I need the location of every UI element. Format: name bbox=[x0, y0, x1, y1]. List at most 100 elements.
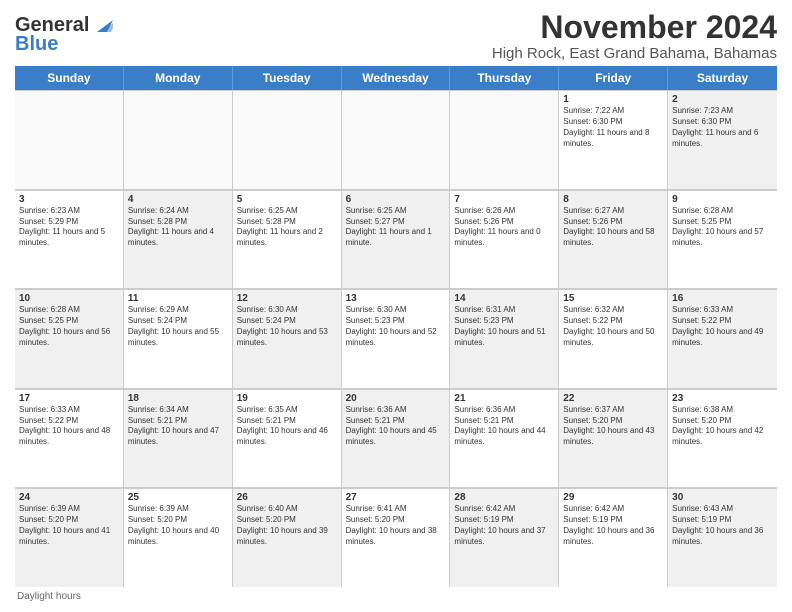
cal-cell: 11Sunrise: 6:29 AM Sunset: 5:24 PM Dayli… bbox=[124, 289, 233, 388]
cal-cell: 23Sunrise: 6:38 AM Sunset: 5:20 PM Dayli… bbox=[668, 389, 777, 488]
title-block: November 2024 High Rock, East Grand Baha… bbox=[492, 10, 777, 62]
day-number: 22 bbox=[563, 393, 663, 404]
calendar: SundayMondayTuesdayWednesdayThursdayFrid… bbox=[15, 66, 777, 587]
day-info: Sunrise: 6:39 AM Sunset: 5:20 PM Dayligh… bbox=[19, 504, 119, 547]
day-number: 12 bbox=[237, 293, 337, 304]
cal-header-monday: Monday bbox=[124, 66, 233, 90]
day-number: 13 bbox=[346, 293, 446, 304]
cal-cell: 1Sunrise: 7:22 AM Sunset: 6:30 PM Daylig… bbox=[559, 90, 668, 189]
cal-cell: 21Sunrise: 6:36 AM Sunset: 5:21 PM Dayli… bbox=[450, 389, 559, 488]
cal-week-2: 3Sunrise: 6:23 AM Sunset: 5:29 PM Daylig… bbox=[15, 190, 777, 290]
day-number: 11 bbox=[128, 293, 228, 304]
cal-cell bbox=[233, 90, 342, 189]
cal-week-1: 1Sunrise: 7:22 AM Sunset: 6:30 PM Daylig… bbox=[15, 90, 777, 190]
cal-cell: 27Sunrise: 6:41 AM Sunset: 5:20 PM Dayli… bbox=[342, 488, 451, 587]
cal-cell: 20Sunrise: 6:36 AM Sunset: 5:21 PM Dayli… bbox=[342, 389, 451, 488]
day-info: Sunrise: 6:24 AM Sunset: 5:28 PM Dayligh… bbox=[128, 206, 228, 249]
cal-cell: 10Sunrise: 6:28 AM Sunset: 5:25 PM Dayli… bbox=[15, 289, 124, 388]
cal-cell bbox=[15, 90, 124, 189]
cal-cell: 25Sunrise: 6:39 AM Sunset: 5:20 PM Dayli… bbox=[124, 488, 233, 587]
day-info: Sunrise: 6:43 AM Sunset: 5:19 PM Dayligh… bbox=[672, 504, 773, 547]
day-number: 5 bbox=[237, 194, 337, 205]
day-number: 8 bbox=[563, 194, 663, 205]
page-title: November 2024 bbox=[492, 10, 777, 45]
day-number: 28 bbox=[454, 492, 554, 503]
cal-week-5: 24Sunrise: 6:39 AM Sunset: 5:20 PM Dayli… bbox=[15, 488, 777, 587]
calendar-header: SundayMondayTuesdayWednesdayThursdayFrid… bbox=[15, 66, 777, 90]
day-number: 4 bbox=[128, 194, 228, 205]
logo-blue: Blue bbox=[15, 33, 58, 56]
logo: General Blue bbox=[15, 14, 113, 56]
day-info: Sunrise: 6:35 AM Sunset: 5:21 PM Dayligh… bbox=[237, 405, 337, 448]
day-number: 9 bbox=[672, 194, 773, 205]
day-info: Sunrise: 6:27 AM Sunset: 5:26 PM Dayligh… bbox=[563, 206, 663, 249]
day-number: 27 bbox=[346, 492, 446, 503]
header: General Blue November 2024 High Rock, Ea… bbox=[15, 10, 777, 62]
cal-cell: 4Sunrise: 6:24 AM Sunset: 5:28 PM Daylig… bbox=[124, 190, 233, 289]
day-number: 16 bbox=[672, 293, 773, 304]
day-info: Sunrise: 6:32 AM Sunset: 5:22 PM Dayligh… bbox=[563, 305, 663, 348]
cal-cell: 28Sunrise: 6:42 AM Sunset: 5:19 PM Dayli… bbox=[450, 488, 559, 587]
cal-cell: 5Sunrise: 6:25 AM Sunset: 5:28 PM Daylig… bbox=[233, 190, 342, 289]
day-info: Sunrise: 6:28 AM Sunset: 5:25 PM Dayligh… bbox=[672, 206, 773, 249]
cal-cell: 29Sunrise: 6:42 AM Sunset: 5:19 PM Dayli… bbox=[559, 488, 668, 587]
cal-cell: 3Sunrise: 6:23 AM Sunset: 5:29 PM Daylig… bbox=[15, 190, 124, 289]
cal-cell: 17Sunrise: 6:33 AM Sunset: 5:22 PM Dayli… bbox=[15, 389, 124, 488]
day-number: 15 bbox=[563, 293, 663, 304]
day-number: 3 bbox=[19, 194, 119, 205]
cal-week-4: 17Sunrise: 6:33 AM Sunset: 5:22 PM Dayli… bbox=[15, 389, 777, 489]
day-info: Sunrise: 6:30 AM Sunset: 5:23 PM Dayligh… bbox=[346, 305, 446, 348]
cal-header-wednesday: Wednesday bbox=[342, 66, 451, 90]
day-number: 21 bbox=[454, 393, 554, 404]
day-number: 20 bbox=[346, 393, 446, 404]
logo-icon bbox=[91, 14, 113, 36]
day-number: 24 bbox=[19, 492, 119, 503]
day-info: Sunrise: 6:30 AM Sunset: 5:24 PM Dayligh… bbox=[237, 305, 337, 348]
cal-cell: 14Sunrise: 6:31 AM Sunset: 5:23 PM Dayli… bbox=[450, 289, 559, 388]
cal-cell: 30Sunrise: 6:43 AM Sunset: 5:19 PM Dayli… bbox=[668, 488, 777, 587]
cal-cell: 15Sunrise: 6:32 AM Sunset: 5:22 PM Dayli… bbox=[559, 289, 668, 388]
cal-header-thursday: Thursday bbox=[450, 66, 559, 90]
cal-cell: 26Sunrise: 6:40 AM Sunset: 5:20 PM Dayli… bbox=[233, 488, 342, 587]
day-info: Sunrise: 6:25 AM Sunset: 5:28 PM Dayligh… bbox=[237, 206, 337, 249]
day-info: Sunrise: 6:33 AM Sunset: 5:22 PM Dayligh… bbox=[672, 305, 773, 348]
cal-cell bbox=[124, 90, 233, 189]
cal-cell: 12Sunrise: 6:30 AM Sunset: 5:24 PM Dayli… bbox=[233, 289, 342, 388]
cal-header-tuesday: Tuesday bbox=[233, 66, 342, 90]
cal-cell: 8Sunrise: 6:27 AM Sunset: 5:26 PM Daylig… bbox=[559, 190, 668, 289]
day-number: 10 bbox=[19, 293, 119, 304]
day-info: Sunrise: 6:28 AM Sunset: 5:25 PM Dayligh… bbox=[19, 305, 119, 348]
day-info: Sunrise: 6:34 AM Sunset: 5:21 PM Dayligh… bbox=[128, 405, 228, 448]
day-info: Sunrise: 6:39 AM Sunset: 5:20 PM Dayligh… bbox=[128, 504, 228, 547]
day-number: 26 bbox=[237, 492, 337, 503]
day-number: 7 bbox=[454, 194, 554, 205]
day-number: 29 bbox=[563, 492, 663, 503]
day-info: Sunrise: 6:42 AM Sunset: 5:19 PM Dayligh… bbox=[563, 504, 663, 547]
day-info: Sunrise: 6:26 AM Sunset: 5:26 PM Dayligh… bbox=[454, 206, 554, 249]
cal-header-sunday: Sunday bbox=[15, 66, 124, 90]
day-number: 30 bbox=[672, 492, 773, 503]
day-number: 1 bbox=[563, 94, 663, 105]
cal-cell: 22Sunrise: 6:37 AM Sunset: 5:20 PM Dayli… bbox=[559, 389, 668, 488]
day-info: Sunrise: 6:23 AM Sunset: 5:29 PM Dayligh… bbox=[19, 206, 119, 249]
day-info: Sunrise: 6:37 AM Sunset: 5:20 PM Dayligh… bbox=[563, 405, 663, 448]
cal-cell bbox=[342, 90, 451, 189]
cal-cell: 7Sunrise: 6:26 AM Sunset: 5:26 PM Daylig… bbox=[450, 190, 559, 289]
day-info: Sunrise: 6:29 AM Sunset: 5:24 PM Dayligh… bbox=[128, 305, 228, 348]
day-info: Sunrise: 6:31 AM Sunset: 5:23 PM Dayligh… bbox=[454, 305, 554, 348]
cal-cell: 18Sunrise: 6:34 AM Sunset: 5:21 PM Dayli… bbox=[124, 389, 233, 488]
day-info: Sunrise: 6:41 AM Sunset: 5:20 PM Dayligh… bbox=[346, 504, 446, 547]
day-number: 17 bbox=[19, 393, 119, 404]
day-info: Sunrise: 6:38 AM Sunset: 5:20 PM Dayligh… bbox=[672, 405, 773, 448]
cal-header-friday: Friday bbox=[559, 66, 668, 90]
footer-text: Daylight hours bbox=[17, 591, 81, 602]
cal-cell: 16Sunrise: 6:33 AM Sunset: 5:22 PM Dayli… bbox=[668, 289, 777, 388]
day-number: 19 bbox=[237, 393, 337, 404]
footer-note: Daylight hours bbox=[15, 591, 777, 602]
cal-cell: 6Sunrise: 6:25 AM Sunset: 5:27 PM Daylig… bbox=[342, 190, 451, 289]
day-info: Sunrise: 6:42 AM Sunset: 5:19 PM Dayligh… bbox=[454, 504, 554, 547]
page-subtitle: High Rock, East Grand Bahama, Bahamas bbox=[492, 45, 777, 62]
cal-cell: 2Sunrise: 7:23 AM Sunset: 6:30 PM Daylig… bbox=[668, 90, 777, 189]
day-number: 6 bbox=[346, 194, 446, 205]
cal-header-saturday: Saturday bbox=[668, 66, 777, 90]
